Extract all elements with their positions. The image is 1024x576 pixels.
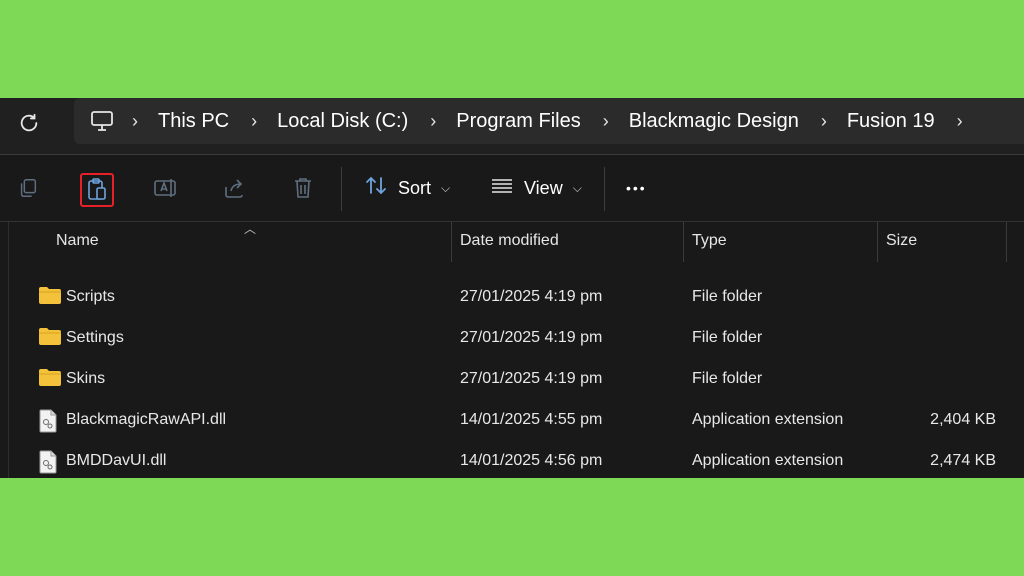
list-item[interactable]: Scripts 27/01/2025 4:19 pm File folder (0, 278, 1024, 319)
breadcrumb-blackmagic-design[interactable]: Blackmagic Design (623, 110, 805, 133)
chevron-down-icon: ⌵ (572, 180, 582, 195)
file-type: Application extension (692, 452, 844, 469)
sort-ascending-icon: ︿ (244, 222, 257, 236)
chevron-right-icon[interactable]: › (116, 111, 152, 132)
file-date: 14/01/2025 4:55 pm (460, 411, 603, 428)
list-item[interactable]: Skins 27/01/2025 4:19 pm File folder (0, 360, 1024, 401)
file-type: File folder (692, 288, 763, 305)
column-header-row: ︿ Name Date modified Type Size (0, 222, 1024, 264)
chevron-right-icon[interactable]: › (587, 111, 623, 132)
list-item[interactable]: BMDDavUI.dll 14/01/2025 4:56 pm Applicat… (0, 442, 1024, 478)
toolbar-divider (341, 167, 342, 211)
column-header-type[interactable]: Type (692, 232, 727, 250)
copy-icon[interactable] (12, 172, 44, 204)
sort-icon (364, 175, 390, 202)
breadcrumb-program-files[interactable]: Program Files (450, 110, 586, 133)
file-size: 2,474 KB (930, 452, 996, 469)
chevron-right-icon[interactable]: › (941, 111, 977, 132)
chevron-right-icon[interactable]: › (414, 111, 450, 132)
file-explorer-window: › This PC › Local Disk (C:) › Program Fi… (0, 98, 1024, 478)
column-header-name[interactable]: Name (56, 232, 99, 250)
dll-file-icon (38, 450, 62, 474)
more-options-button[interactable]: ••• (626, 175, 647, 201)
file-date: 14/01/2025 4:56 pm (460, 452, 603, 469)
file-date: 27/01/2025 4:19 pm (460, 288, 603, 305)
file-type: File folder (692, 329, 763, 346)
file-type: File folder (692, 370, 763, 387)
view-button[interactable]: View ⌵ (490, 175, 582, 201)
rename-icon[interactable] (150, 172, 182, 204)
command-bar: Sort ⌵ View ⌵ ••• (0, 155, 1024, 222)
sort-button[interactable]: Sort ⌵ (364, 175, 450, 201)
file-name: Scripts (66, 288, 115, 305)
delete-icon[interactable] (287, 172, 319, 204)
column-header-size[interactable]: Size (886, 232, 917, 250)
view-list-icon (490, 177, 514, 200)
file-name: Settings (66, 329, 124, 346)
more-icon: ••• (626, 180, 647, 196)
monitor-icon[interactable] (88, 107, 116, 135)
chevron-right-icon[interactable]: › (235, 111, 271, 132)
list-item[interactable]: Settings 27/01/2025 4:19 pm File folder (0, 319, 1024, 360)
file-name: Skins (66, 370, 106, 387)
file-name: BMDDavUI.dll (66, 452, 167, 469)
file-type: Application extension (692, 411, 844, 428)
breadcrumb-fusion-19[interactable]: Fusion 19 (841, 110, 941, 133)
paste-icon[interactable] (80, 173, 114, 207)
view-label: View (524, 177, 563, 198)
folder-icon (38, 327, 62, 351)
address-bar: › This PC › Local Disk (C:) › Program Fi… (0, 98, 1024, 155)
file-date: 27/01/2025 4:19 pm (460, 370, 603, 387)
toolbar-divider (604, 167, 605, 211)
breadcrumb: › This PC › Local Disk (C:) › Program Fi… (74, 98, 1024, 144)
file-size: 2,404 KB (930, 411, 996, 428)
share-icon[interactable] (218, 172, 250, 204)
sort-label: Sort (398, 177, 432, 198)
chevron-down-icon: ⌵ (441, 180, 451, 195)
file-name: BlackmagicRawAPI.dll (66, 411, 227, 428)
dll-file-icon (38, 409, 62, 433)
folder-icon (38, 368, 62, 392)
file-list: ︿ Name Date modified Type Size QtsPlugin… (0, 222, 1024, 478)
refresh-icon[interactable] (14, 108, 44, 138)
folder-icon (38, 286, 62, 310)
breadcrumb-local-disk[interactable]: Local Disk (C:) (271, 110, 414, 133)
chevron-right-icon[interactable]: › (805, 111, 841, 132)
breadcrumb-this-pc[interactable]: This PC (152, 110, 235, 133)
file-date: 27/01/2025 4:19 pm (460, 329, 603, 346)
column-header-date[interactable]: Date modified (460, 232, 559, 250)
list-item[interactable]: BlackmagicRawAPI.dll 14/01/2025 4:55 pm … (0, 401, 1024, 442)
